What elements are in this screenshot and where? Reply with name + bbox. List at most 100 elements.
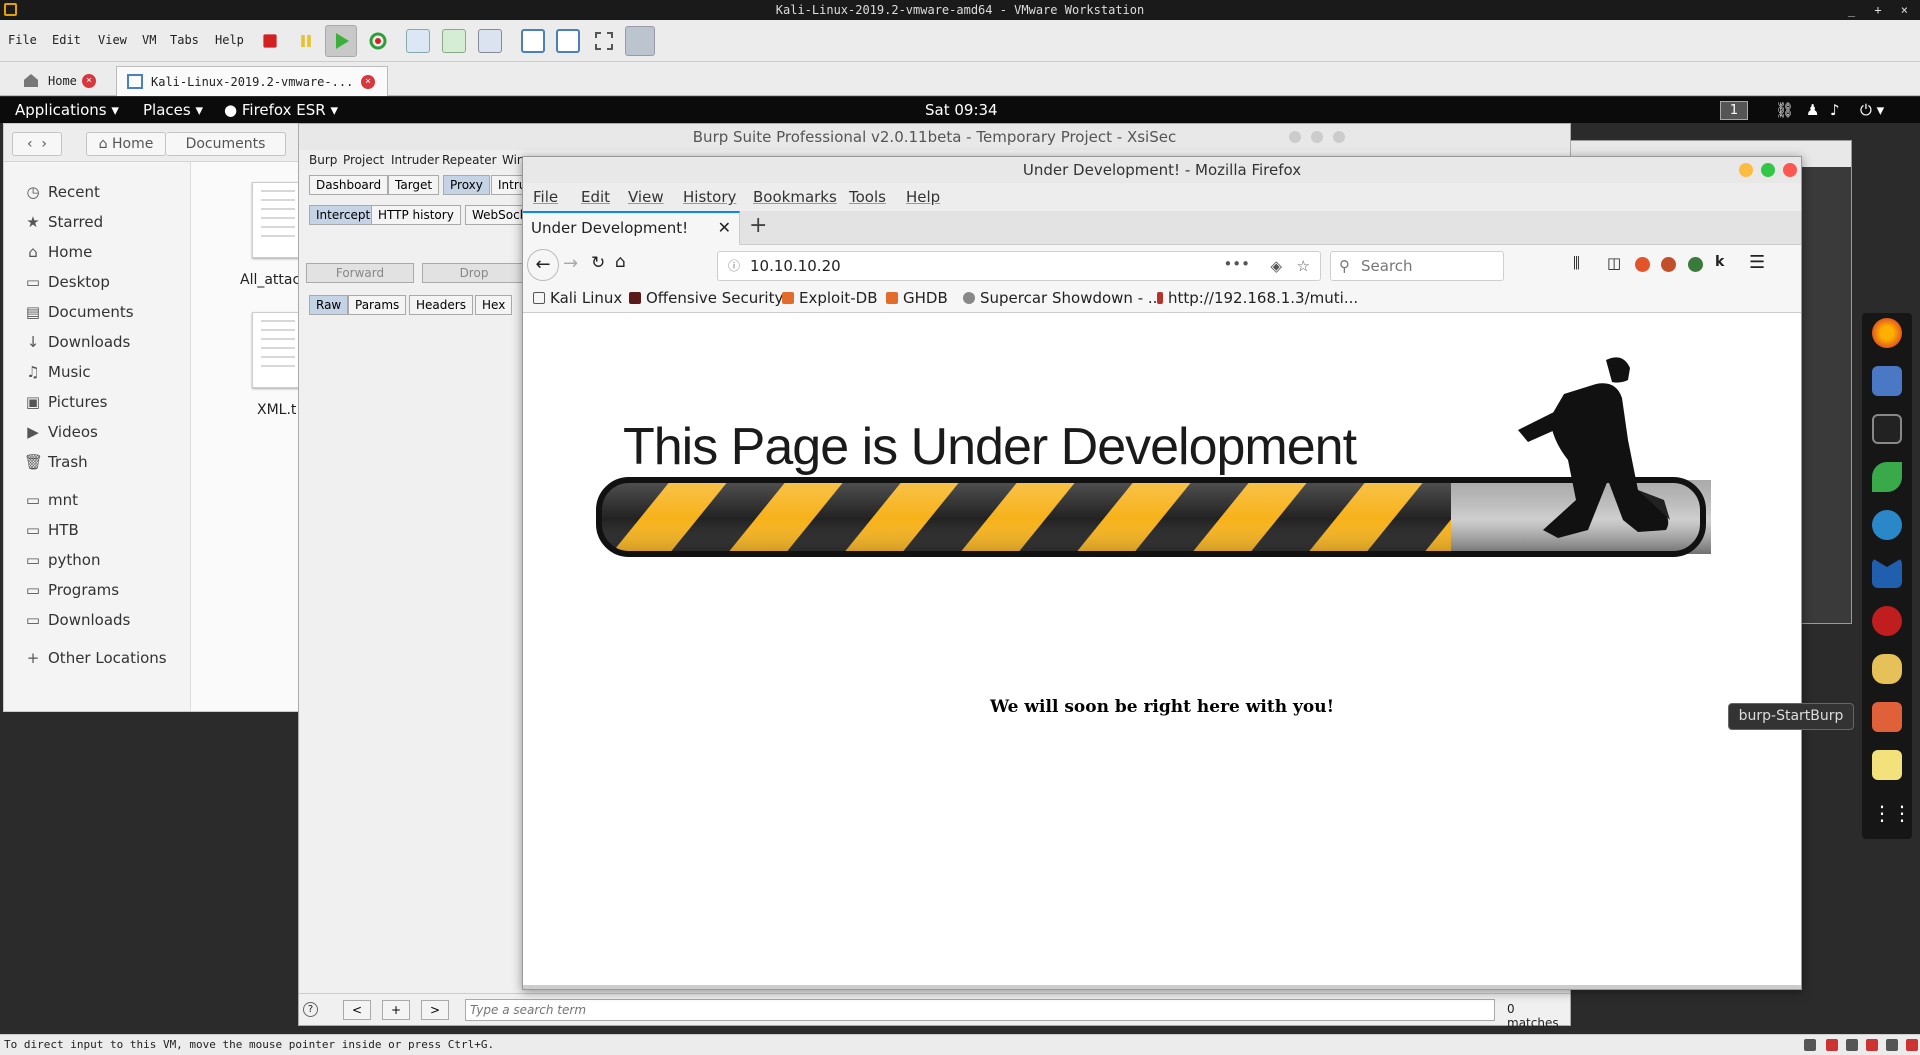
close-icon[interactable] [1783,163,1797,177]
msgtab-headers[interactable]: Headers [409,295,473,315]
thumbnail-bar-icon[interactable] [556,29,580,53]
notes-dock-icon[interactable] [1872,750,1902,780]
hamburger-menu-icon[interactable]: ☰ [1749,252,1765,273]
bookmark-ghdb[interactable]: GHDB [886,289,948,307]
info-icon[interactable]: ⓘ [728,252,740,280]
msgtab-hex[interactable]: Hex [475,295,513,315]
tab-target[interactable]: Target [388,175,440,195]
prev-match-button[interactable]: < [343,1000,371,1020]
tab-kali-vm[interactable]: Kali-Linux-2019.2-vmware-... × [116,66,388,96]
ff-menu-history[interactable]: History [683,188,736,206]
close-tab-icon[interactable]: × [82,74,96,88]
sidebar-item-trash[interactable]: 🗑 Trash [24,450,88,474]
burp-menu-project[interactable]: Project [343,153,384,167]
snapshot-icon[interactable] [406,29,430,53]
beef-dock-icon[interactable] [1872,654,1902,684]
close-tab-icon[interactable]: × [361,75,375,89]
ff-menu-edit[interactable]: Edit [581,188,610,206]
sidebar-item-home[interactable]: ⌂ Home [24,240,92,264]
k-extension-icon[interactable]: k [1715,254,1724,270]
extension-icon[interactable] [1635,257,1650,272]
ff-menu-bookmarks[interactable]: Bookmarks [753,188,837,206]
window-controls[interactable]: _ + × [1848,0,1914,20]
ff-menu-view[interactable]: View [628,188,664,206]
power-on-icon[interactable] [325,25,357,57]
forward-icon[interactable]: → [563,253,578,274]
sidebar-item-mnt[interactable]: ▭ mnt [24,488,78,512]
sidebar-item-starred[interactable]: ★ Starred [24,210,103,234]
file-name[interactable]: XML.t [257,402,296,418]
vm-menu-file[interactable]: File [8,33,37,47]
path-home-button[interactable]: ⌂ Home [86,132,166,156]
shield-extension-icon[interactable] [1688,257,1703,272]
pocket-icon[interactable]: ◈ [1270,252,1282,280]
sidebar-icon[interactable]: ◫ [1607,254,1621,272]
library-icon[interactable]: ⫼ [1573,254,1580,272]
fullscreen-icon[interactable] [592,29,616,53]
revert-snapshot-icon[interactable] [442,29,466,53]
minimize-icon[interactable] [1289,131,1301,143]
device-icon[interactable] [1804,1039,1816,1051]
power-off-icon[interactable] [263,34,277,48]
page-actions-icon[interactable]: ••• [1223,250,1250,278]
sidebar-item-documents[interactable]: ▤ Documents [24,300,134,324]
vm-menu-edit[interactable]: Edit [52,33,81,47]
cherrytree-dock-icon[interactable] [1872,606,1902,636]
burp-menu-burp[interactable]: Burp [309,153,337,167]
clock[interactable]: Sat 09:34 [925,97,998,123]
cookie-extension-icon[interactable] [1661,257,1676,272]
applications-menu[interactable]: Applications ▾ [15,97,119,123]
close-tab-icon[interactable]: ✕ [718,213,731,243]
snapshot-manager-icon[interactable] [478,29,502,53]
sidebar-item-downloads-2[interactable]: ▭ Downloads [24,608,130,632]
show-apps-icon[interactable]: ⋮⋮ [1872,798,1912,828]
help-icon[interactable]: ? [303,1002,318,1017]
files-dock-icon[interactable] [1872,366,1902,396]
document-file-icon[interactable] [252,182,304,258]
tab-home[interactable]: Home × [14,66,114,96]
msgtab-raw[interactable]: Raw [309,295,349,315]
bookmark-star-icon[interactable]: ☆ [1297,252,1310,280]
browser-tab[interactable]: Under Development! ✕ [523,211,740,245]
add-button[interactable]: + [382,1000,410,1020]
document-file-icon[interactable] [252,312,304,388]
vm-menu-vm[interactable]: VM [142,33,156,47]
unity-icon[interactable] [625,26,655,56]
bookmark-muti[interactable]: http://192.168.1.3/muti... [1157,289,1358,307]
back-icon[interactable]: ← [527,249,559,281]
vm-menu-help[interactable]: Help [215,33,244,47]
show-library-icon[interactable] [521,29,545,53]
burp-menu-repeater[interactable]: Repeater [442,153,497,167]
horizontal-scrollbar[interactable] [523,985,1801,989]
leafpad-dock-icon[interactable] [1872,462,1902,492]
bookmark-supercar[interactable]: Supercar Showdown - ... [963,289,1162,307]
bookmark-offensive-security[interactable]: Offensive Security [629,289,783,307]
sidebar-item-pictures[interactable]: ▣ Pictures [24,390,108,414]
device-icon[interactable] [1826,1039,1838,1051]
bookmark-exploit-db[interactable]: Exploit-DB [782,289,878,307]
eye-dock-icon[interactable] [1872,510,1902,540]
sidebar-item-music[interactable]: ♫ Music [24,360,90,384]
maximize-icon[interactable] [1311,131,1323,143]
power-menu-icon[interactable]: ⏻ ▾ [1860,97,1884,123]
burp-search-input[interactable] [465,999,1495,1021]
device-icon[interactable] [1846,1039,1858,1051]
device-icon[interactable] [1886,1039,1898,1051]
bookmark-kali-linux[interactable]: Kali Linux [533,289,622,307]
maximize-icon[interactable] [1761,163,1775,177]
volume-icon[interactable]: ♪ [1830,97,1840,123]
vm-menu-view[interactable]: View [98,33,127,47]
next-match-button[interactable]: > [421,1000,449,1020]
url-bar[interactable]: ⓘ 10.10.10.20 ••• ◈ ☆ [717,251,1321,281]
subtab-intercept[interactable]: Intercept [309,205,378,225]
notification-icon[interactable]: ♟ [1806,97,1819,123]
firefox-app-menu[interactable]: ● Firefox ESR ▾ [224,97,338,123]
ff-menu-help[interactable]: Help [906,188,940,206]
sidebar-item-desktop[interactable]: ▭ Desktop [24,270,110,294]
subtab-http-history[interactable]: HTTP history [371,205,461,225]
suspend-icon[interactable] [299,34,313,48]
reload-icon[interactable]: ↻ [591,253,605,273]
device-icon[interactable] [1866,1039,1878,1051]
network-icon[interactable]: ⛓ [1775,97,1794,123]
sidebar-other-locations[interactable]: + Other Locations [24,646,167,670]
